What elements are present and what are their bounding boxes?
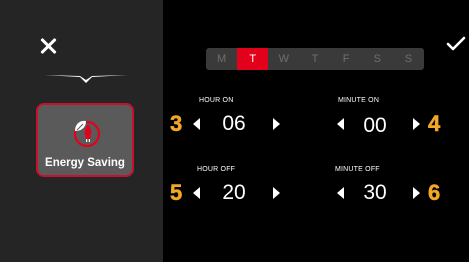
day-toggle[interactable]: T bbox=[299, 48, 330, 70]
day-selector: MTWTFSS bbox=[206, 48, 424, 70]
hour-on-label: HOUR ON bbox=[199, 97, 234, 104]
minute-off-decrease-arrow-icon[interactable] bbox=[337, 187, 344, 199]
hour-off-decrease-arrow-icon[interactable] bbox=[193, 187, 200, 199]
timer-panel bbox=[163, 0, 469, 262]
minute-off-badge: 6 bbox=[428, 180, 441, 205]
hour-off-badge: 5 bbox=[170, 180, 183, 205]
minute-off-value: 30 bbox=[363, 181, 387, 204]
sidebar: Energy Saving bbox=[0, 0, 163, 262]
minute-on-increase-arrow-icon[interactable] bbox=[413, 118, 420, 130]
day-toggle[interactable]: T bbox=[237, 48, 269, 70]
checkmark-icon[interactable] bbox=[446, 36, 466, 52]
day-toggle[interactable]: F bbox=[331, 48, 362, 70]
day-toggle[interactable]: W bbox=[268, 48, 299, 70]
leaf-plug-icon bbox=[73, 120, 101, 148]
minute-on-badge: 4 bbox=[428, 111, 441, 136]
hour-off-value: 20 bbox=[222, 181, 246, 204]
hour-off-label: HOUR OFF bbox=[197, 166, 236, 173]
day-toggle[interactable]: S bbox=[393, 48, 424, 70]
hour-on-decrease-arrow-icon[interactable] bbox=[193, 118, 200, 130]
minute-on-value: 00 bbox=[363, 114, 387, 137]
hour-on-value: 06 bbox=[222, 112, 246, 135]
minute-off-increase-arrow-icon[interactable] bbox=[413, 187, 420, 199]
energy-saving-label: Energy Saving bbox=[45, 157, 125, 169]
minute-off-label: MINUTE OFF bbox=[335, 166, 380, 173]
hour-on-badge: 3 bbox=[170, 111, 183, 136]
hour-on-increase-arrow-icon[interactable] bbox=[273, 118, 280, 130]
hour-off-increase-arrow-icon[interactable] bbox=[273, 187, 280, 199]
energy-saving-button[interactable]: Energy Saving bbox=[36, 103, 134, 177]
minute-on-decrease-arrow-icon[interactable] bbox=[337, 118, 344, 130]
minute-on-label: MINUTE ON bbox=[338, 97, 380, 104]
close-icon[interactable] bbox=[39, 37, 57, 55]
day-toggle[interactable]: M bbox=[206, 48, 237, 70]
wing-divider-icon bbox=[44, 75, 128, 83]
day-toggle[interactable]: S bbox=[362, 48, 393, 70]
